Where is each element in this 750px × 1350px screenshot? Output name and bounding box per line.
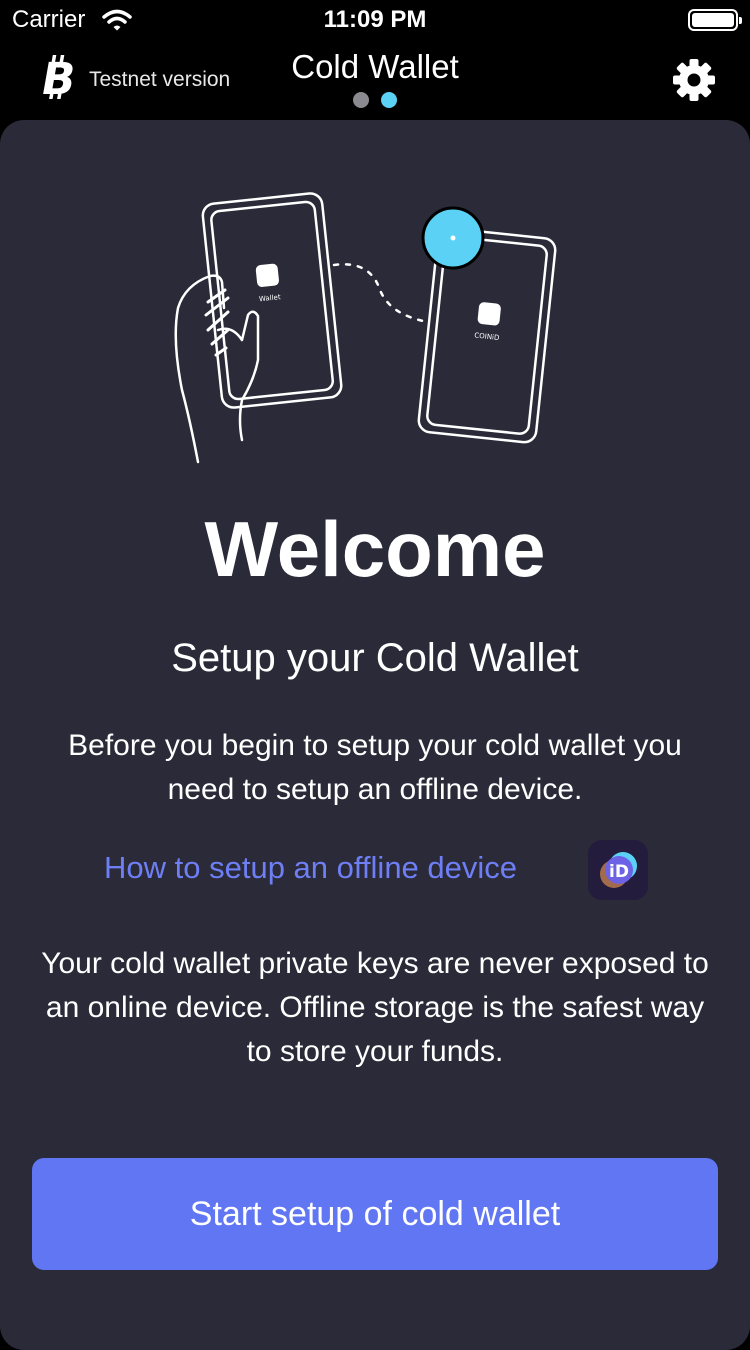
- coinid-icon[interactable]: iD: [588, 840, 648, 900]
- page-indicator[interactable]: [353, 92, 397, 108]
- help-link-row: How to setup an offline device iD: [0, 840, 750, 900]
- security-note: Your cold wallet private keys are never …: [41, 947, 709, 1068]
- battery-icon: [688, 9, 742, 31]
- right-phone-label: COINiD: [474, 331, 500, 342]
- gear-icon[interactable]: [673, 59, 715, 101]
- page-dot-2[interactable]: [381, 92, 397, 108]
- welcome-heading: Welcome: [204, 505, 546, 593]
- left-phone-label: Wallet: [259, 293, 282, 303]
- subheading: Setup your Cold Wallet: [171, 636, 579, 680]
- navigation-bar: B Testnet version Cold Wallet: [0, 40, 750, 120]
- devices-illustration: Wallet COINiD: [174, 192, 557, 464]
- svg-text:iD: iD: [609, 862, 629, 882]
- welcome-card: Wallet COINiD Welcome Setup your Cold Wa…: [0, 120, 750, 1350]
- intro-text: Before you begin to setup your cold wall…: [68, 729, 682, 806]
- page-title: Cold Wallet: [291, 48, 459, 85]
- clock: 11:09 PM: [323, 6, 427, 33]
- page-dot-1[interactable]: [353, 92, 369, 108]
- status-bar: Carrier 11:09 PM: [0, 0, 750, 40]
- start-setup-button[interactable]: Start setup of cold wallet: [32, 1158, 718, 1270]
- offline-device-help-link[interactable]: How to setup an offline device: [104, 850, 517, 886]
